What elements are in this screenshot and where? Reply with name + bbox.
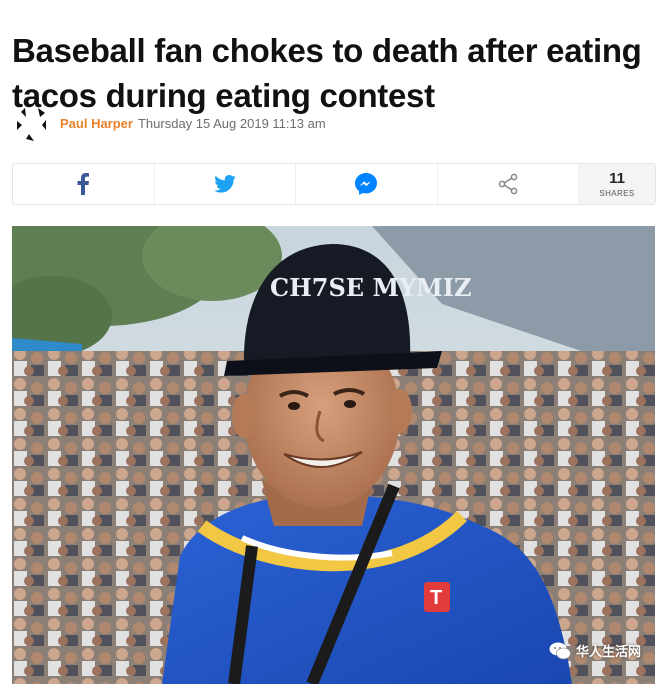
svg-text:T: T — [430, 587, 442, 609]
share-icon — [498, 173, 518, 195]
author-link[interactable]: Paul Harper — [60, 116, 133, 131]
facebook-share-button[interactable] — [13, 164, 155, 204]
share-count: 11 SHARES — [579, 164, 655, 204]
messenger-icon — [355, 173, 378, 195]
share-button[interactable] — [438, 164, 579, 204]
share-bar: 11 SHARES — [12, 163, 656, 205]
twitter-icon — [213, 175, 236, 193]
facebook-icon — [77, 173, 90, 195]
messenger-share-button[interactable] — [296, 164, 438, 204]
watermark: 华人生活网 — [549, 641, 641, 660]
publish-date: Thursday 15 Aug 2019 11:13 am — [137, 115, 326, 131]
article-photo: T CH7SE MYMIZ 华人生活网 — [12, 226, 655, 684]
watermark-text: 华人生活网 — [575, 644, 641, 659]
share-count-label: SHARES — [599, 188, 635, 198]
wechat-icon — [549, 642, 571, 659]
publisher-logo-icon — [12, 103, 52, 143]
byline: Paul Harper Thursday 15 Aug 2019 11:13 a… — [12, 100, 652, 146]
cap-text: CH7SE MYMIZ — [270, 273, 471, 302]
share-count-number: 11 — [609, 169, 625, 187]
twitter-share-button[interactable] — [155, 164, 296, 204]
